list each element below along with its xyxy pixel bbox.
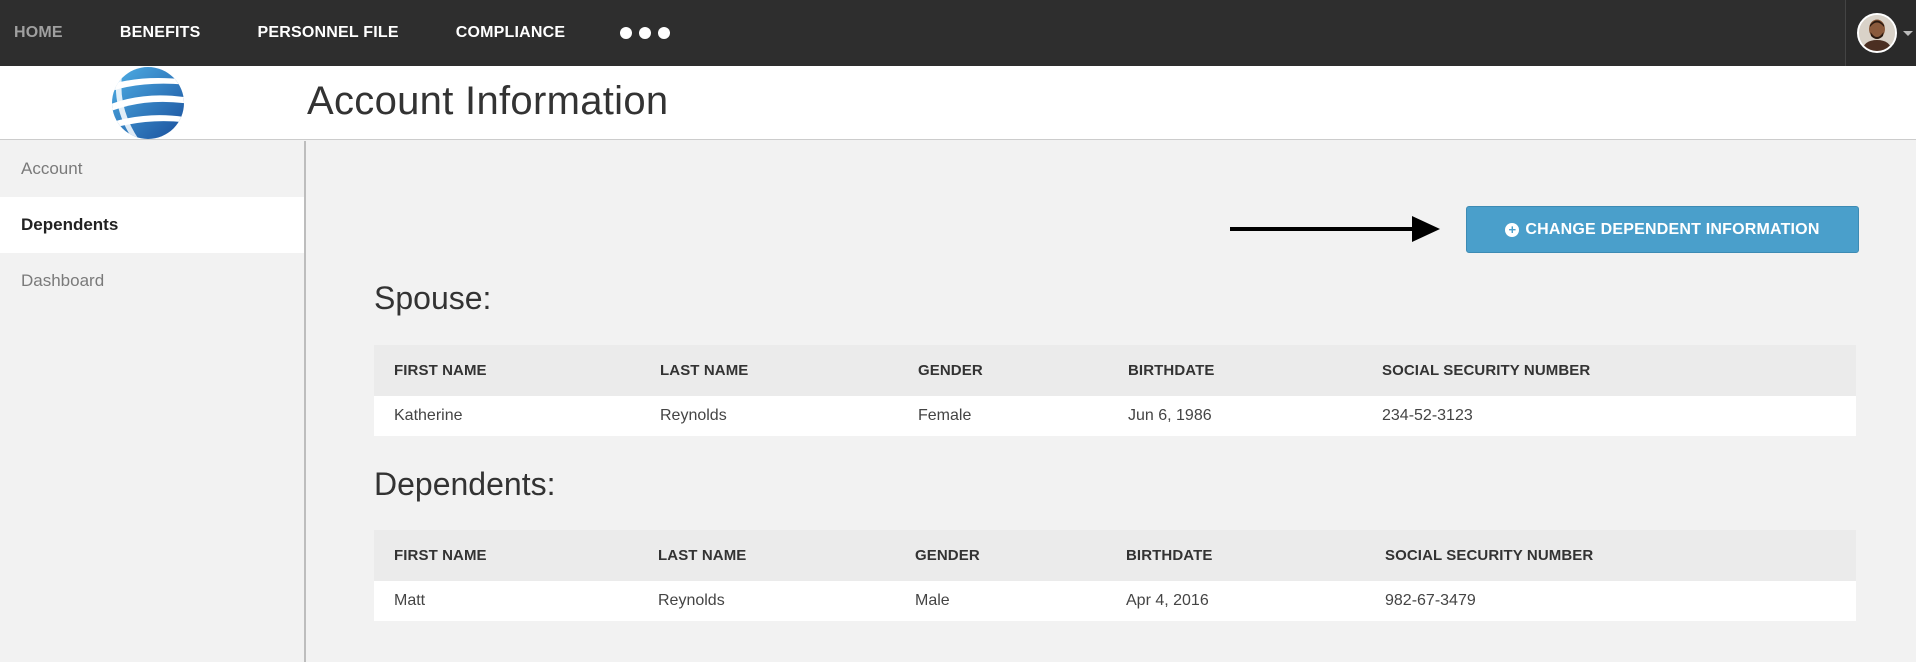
- column-header-gender: GENDER: [898, 345, 1108, 396]
- table-header-row: FIRST NAME LAST NAME GENDER BIRTHDATE SO…: [374, 345, 1856, 396]
- cell-gender: Female: [898, 396, 1108, 436]
- dot: [658, 27, 671, 39]
- cell-birthdate: Jun 6, 1986: [1108, 396, 1362, 436]
- sidebar-item-dependents[interactable]: Dependents: [0, 197, 304, 253]
- top-nav-bar: HOME BENEFITS PERSONNEL FILE COMPLIANCE: [0, 0, 1916, 66]
- arrow-right-icon: [1230, 216, 1440, 242]
- change-dependent-information-button[interactable]: + CHANGE DEPENDENT INFORMATION: [1466, 206, 1859, 253]
- chevron-down-icon: [1903, 30, 1913, 36]
- table-row: Katherine Reynolds Female Jun 6, 1986 23…: [374, 396, 1856, 436]
- spouse-section-title: Spouse:: [374, 280, 492, 316]
- cell-first-name: Matt: [374, 581, 638, 621]
- column-header-birthdate: BIRTHDATE: [1106, 530, 1365, 581]
- column-header-ssn: SOCIAL SECURITY NUMBER: [1365, 530, 1856, 581]
- avatar-image: [1859, 15, 1895, 51]
- nav-compliance[interactable]: COMPLIANCE: [456, 24, 566, 42]
- column-header-ssn: SOCIAL SECURITY NUMBER: [1362, 345, 1856, 396]
- nav-personnel-file[interactable]: PERSONNEL FILE: [258, 24, 399, 42]
- page-title: Account Information: [307, 79, 669, 123]
- plus-circle-icon: +: [1505, 222, 1520, 237]
- column-header-last-name: LAST NAME: [638, 530, 895, 581]
- dependents-table: FIRST NAME LAST NAME GENDER BIRTHDATE SO…: [374, 530, 1856, 621]
- column-header-first-name: FIRST NAME: [374, 345, 640, 396]
- cell-birthdate: Apr 4, 2016: [1106, 581, 1365, 621]
- column-header-gender: GENDER: [895, 530, 1106, 581]
- column-header-last-name: LAST NAME: [640, 345, 898, 396]
- cell-ssn: 982-67-3479: [1365, 581, 1856, 621]
- logo-graphic: [112, 67, 184, 139]
- cell-last-name: Reynolds: [638, 581, 895, 621]
- change-button-label: CHANGE DEPENDENT INFORMATION: [1525, 220, 1820, 238]
- spouse-table: FIRST NAME LAST NAME GENDER BIRTHDATE SO…: [374, 345, 1856, 436]
- avatar: [1857, 13, 1897, 53]
- dot: [620, 27, 633, 39]
- globe-logo-icon[interactable]: [110, 66, 186, 140]
- dependents-section-title: Dependents:: [374, 466, 556, 502]
- column-header-birthdate: BIRTHDATE: [1108, 345, 1362, 396]
- nav-benefits[interactable]: BENEFITS: [120, 24, 201, 42]
- cell-last-name: Reynolds: [640, 396, 898, 436]
- cell-ssn: 234-52-3123: [1362, 396, 1856, 436]
- table-row: Matt Reynolds Male Apr 4, 2016 982-67-34…: [374, 581, 1856, 621]
- sidebar-item-dashboard[interactable]: Dashboard: [0, 253, 304, 309]
- sidebar: Account Dependents Dashboard: [0, 141, 306, 662]
- page-header: Account Information: [0, 66, 1916, 140]
- sidebar-item-account[interactable]: Account: [0, 141, 304, 197]
- cell-first-name: Katherine: [374, 396, 640, 436]
- table-header-row: FIRST NAME LAST NAME GENDER BIRTHDATE SO…: [374, 530, 1856, 581]
- column-header-first-name: FIRST NAME: [374, 530, 638, 581]
- main-content: + CHANGE DEPENDENT INFORMATION Spouse: F…: [306, 141, 1916, 662]
- more-dots-icon[interactable]: [620, 27, 671, 39]
- user-menu[interactable]: [1845, 0, 1916, 66]
- dot: [639, 27, 652, 39]
- nav-home[interactable]: HOME: [14, 24, 63, 42]
- cell-gender: Male: [895, 581, 1106, 621]
